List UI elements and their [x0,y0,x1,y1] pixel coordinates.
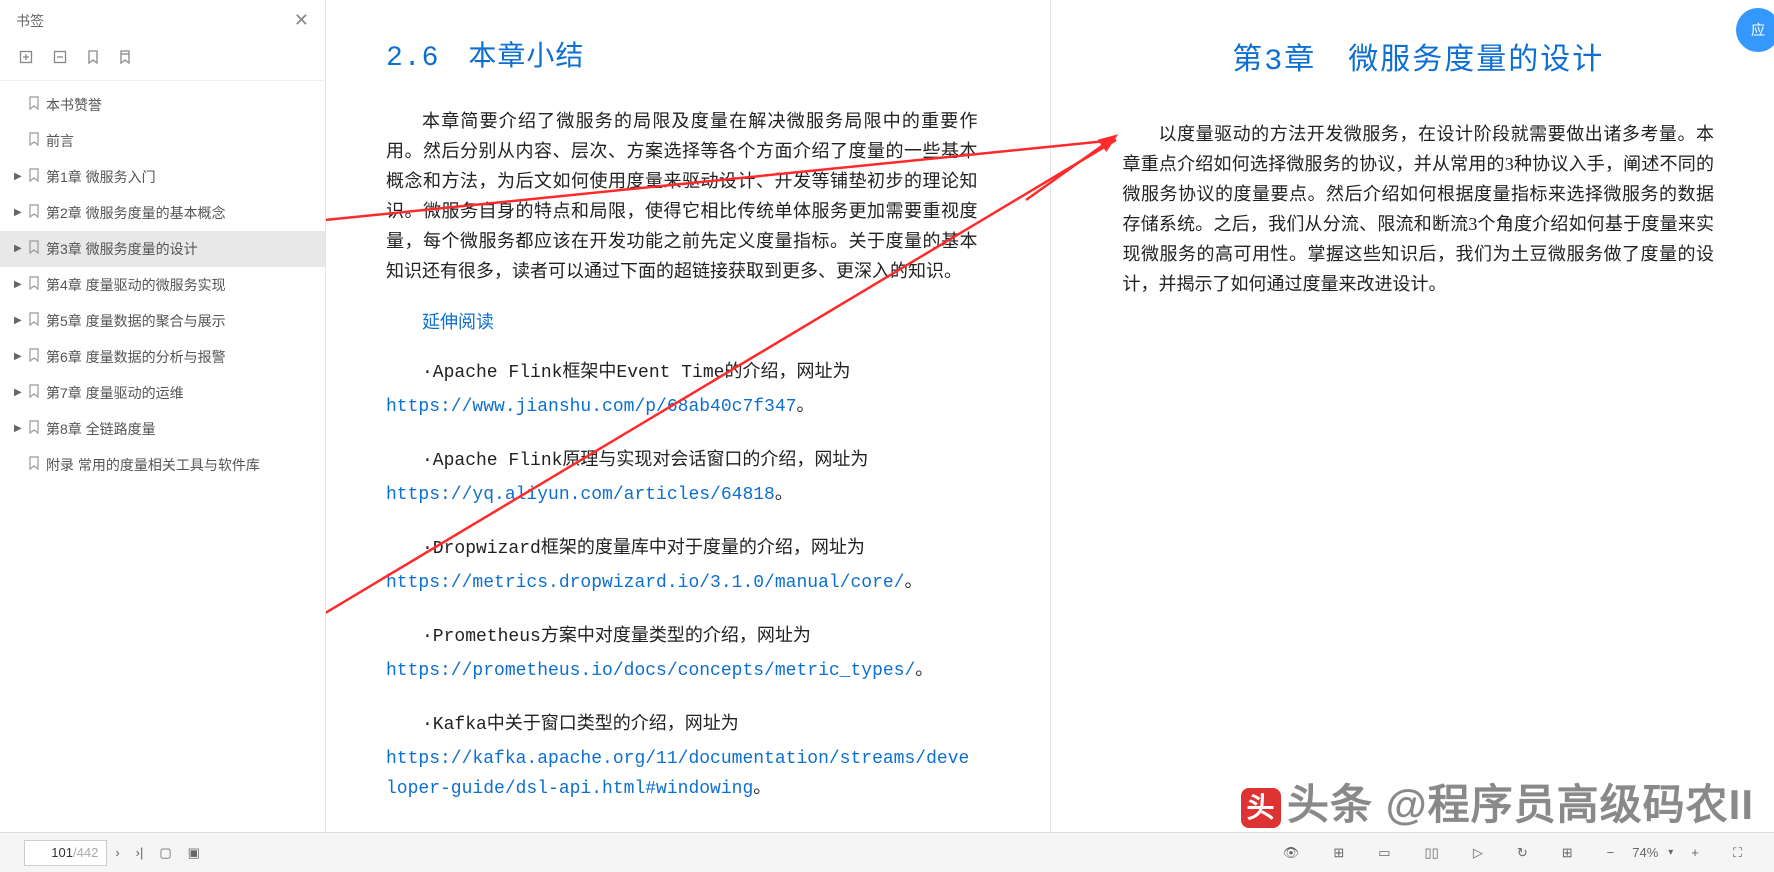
workspace: 2.6 本章小结 本章简要介绍了微服务的局限及度量在解决微服务局限中的重要作用。… [326,0,1774,872]
bookmark-icon [28,419,40,439]
bookmark-icon [28,95,40,115]
chevron-right-icon: ▶ [14,275,26,295]
summary-paragraph: 本章简要介绍了微服务的局限及度量在解决微服务局限中的重要作用。然后分别从内容、层… [386,106,978,286]
sidebar-item-label: 附录 常用的度量相关工具与软件库 [46,455,260,475]
reference-text-4: ·Kafka中关于窗口类型的介绍，网址为 [386,710,978,740]
bookmark-icon [28,167,40,187]
reference-link-1[interactable]: https://yq.aliyun.com/articles/64818。 [386,480,978,510]
sidebar-item-5[interactable]: ▶ 第4章 度量驱动的微服务实现 [0,267,325,303]
bookmark-outline-icon[interactable] [86,49,100,68]
sidebar-item-label: 前言 [46,131,74,151]
bookmark-icon [28,239,40,259]
two-page-icon[interactable]: ▯▯ [1417,841,1447,865]
sidebar-item-7[interactable]: ▶ 第6章 度量数据的分析与报警 [0,339,325,375]
sidebar-item-0[interactable]: 本书赞誉 [0,87,325,123]
sidebar-item-3[interactable]: ▶ 第2章 微服务度量的基本概念 [0,195,325,231]
next-page-button[interactable]: › [107,841,127,864]
expand-all-icon[interactable] [18,49,34,68]
zoom-out-button[interactable]: − [1599,841,1623,864]
fit-page-icon[interactable]: ▭ [1370,841,1398,865]
reference-link-3[interactable]: https://prometheus.io/docs/concepts/metr… [386,656,978,686]
page-left: 2.6 本章小结 本章简要介绍了微服务的局限及度量在解决微服务局限中的重要作用。… [326,0,1050,872]
reference-text-1: ·Apache Flink原理与实现对会话窗口的介绍，网址为 [386,446,978,476]
grid-icon[interactable]: ⊞ [1554,841,1581,865]
sidebar-item-label: 第1章 微服务入门 [46,167,156,187]
collapse-all-icon[interactable] [52,49,68,68]
reference-link-4[interactable]: https://kafka.apache.org/11/documentatio… [386,744,978,804]
chevron-right-icon: ▶ [14,311,26,331]
fit-width-icon[interactable]: ⊞ [1325,841,1352,865]
page-total: /442 [73,845,98,860]
close-icon[interactable]: ✕ [290,6,313,35]
rotate-icon[interactable]: ↻ [1509,841,1536,865]
tool-two-icon[interactable]: ▣ [180,841,208,865]
sidebar-item-10[interactable]: 附录 常用的度量相关工具与软件库 [0,447,325,483]
sidebar-item-2[interactable]: ▶ 第1章 微服务入门 [0,159,325,195]
sidebar-item-label: 第6章 度量数据的分析与报警 [46,347,226,367]
sidebar-item-label: 第2章 微服务度量的基本概念 [46,203,226,223]
bookmark-icon [28,455,40,475]
last-page-button[interactable]: ›| [128,841,152,864]
further-reading-heading: 延伸阅读 [386,308,978,334]
sidebar-item-label: 第8章 全链路度量 [46,419,156,439]
zoom-level: 74% [1632,845,1658,860]
sidebar-item-9[interactable]: ▶ 第8章 全链路度量 [0,411,325,447]
bookmarks-sidebar: 书签 ✕ 本书赞誉前言 ▶ 第1章 微服务入门 ▶ 第2章 微服务度量的基本概念 ▶ 第3章… [0,0,326,872]
page-current: 101 [33,845,73,860]
sidebar-item-8[interactable]: ▶ 第7章 度量驱动的运维 [0,375,325,411]
bookmark-icon [28,347,40,367]
view-mode-icon[interactable]: 👁 [1275,841,1308,865]
chevron-right-icon: ▶ [14,419,26,439]
chevron-right-icon: ▶ [14,167,26,187]
sidebar-item-1[interactable]: 前言 [0,123,325,159]
status-bar: 101 /442 › ›| ▢ ▣ 👁 ⊞ ▭ ▯▯ ▷ ↻ ⊞ − 74% ▾… [0,832,1774,872]
sidebar-title: 书签 [16,11,44,31]
reference-text-0: ·Apache Flink框架中Event Time的介绍，网址为 [386,358,978,388]
chevron-right-icon: ▶ [14,347,26,367]
zoom-dropdown-icon[interactable]: ▾ [1668,847,1673,858]
reference-text-3: ·Prometheus方案中对度量类型的介绍，网址为 [386,622,978,652]
tool-one-icon[interactable]: ▢ [151,841,179,865]
bookmark-icon [28,383,40,403]
sidebar-item-label: 第7章 度量驱动的运维 [46,383,184,403]
chapter-intro-paragraph: 以度量驱动的方法开发微服务，在设计阶段就需要做出诸多考量。本章重点介绍如何选择微… [1123,119,1715,299]
zoom-in-button[interactable]: + [1683,841,1707,864]
sidebar-item-4[interactable]: ▶ 第3章 微服务度量的设计 [0,231,325,267]
bookmark-ribbon-icon[interactable] [118,49,132,68]
reference-link-2[interactable]: https://metrics.dropwizard.io/3.1.0/manu… [386,568,978,598]
section-heading: 2.6 本章小结 [386,34,978,74]
bookmark-icon [28,203,40,223]
bookmark-icon [28,131,40,151]
sidebar-item-label: 第5章 度量数据的聚合与展示 [46,311,226,331]
chapter-heading: 第3章 微服务度量的设计 [1123,34,1715,79]
chevron-right-icon: ▶ [14,239,26,259]
bookmark-icon [28,311,40,331]
watermark-text: 头头条 @程序员高级码农II [1241,771,1754,832]
sidebar-item-label: 第4章 度量驱动的微服务实现 [46,275,226,295]
sidebar-item-label: 本书赞誉 [46,95,102,115]
present-icon[interactable]: ▷ [1465,841,1491,865]
bookmark-list: 本书赞誉前言 ▶ 第1章 微服务入门 ▶ 第2章 微服务度量的基本概念 ▶ 第3章 微服务度… [0,81,325,872]
bookmark-icon [28,275,40,295]
sidebar-toolbar [0,41,325,81]
assistant-badge-icon[interactable]: 应 [1736,8,1774,52]
reference-text-2: ·Dropwizard框架的度量库中对于度量的介绍，网址为 [386,534,978,564]
chevron-right-icon: ▶ [14,203,26,223]
fullscreen-icon[interactable]: ⛶ [1725,841,1750,865]
chevron-right-icon: ▶ [14,383,26,403]
reference-link-0[interactable]: https://www.jianshu.com/p/68ab40c7f347。 [386,392,978,422]
page-number-box[interactable]: 101 /442 [24,840,107,866]
page-right: 第3章 微服务度量的设计 以度量驱动的方法开发微服务，在设计阶段就需要做出诸多考… [1050,0,1774,872]
sidebar-item-6[interactable]: ▶ 第5章 度量数据的聚合与展示 [0,303,325,339]
sidebar-item-label: 第3章 微服务度量的设计 [46,239,198,259]
